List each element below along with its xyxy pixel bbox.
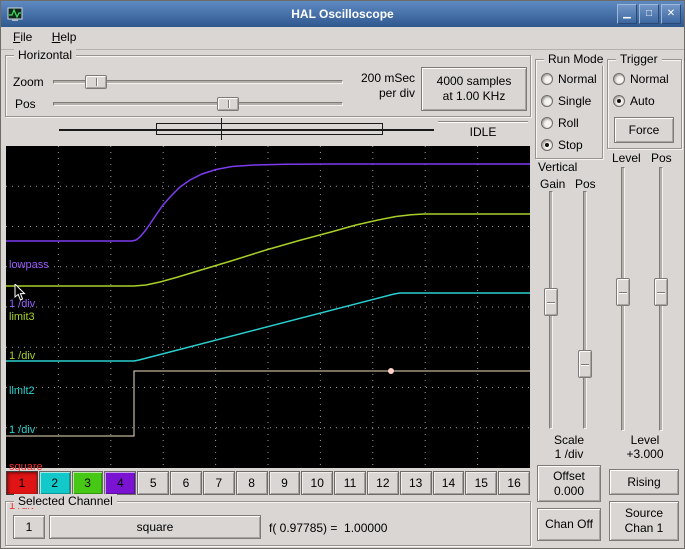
horizontal-pos-label: Pos bbox=[15, 97, 36, 111]
vertical-pos-slider[interactable] bbox=[577, 191, 593, 429]
trigger-edge-button[interactable]: Rising bbox=[609, 469, 679, 495]
channel-button-8[interactable]: 8 bbox=[235, 471, 268, 495]
radio-icon bbox=[541, 73, 553, 85]
menubar: File Help bbox=[1, 27, 684, 50]
runmode-radio-roll[interactable]: Roll bbox=[541, 115, 579, 131]
channel-button-1[interactable]: 1 bbox=[6, 471, 38, 495]
channel-button-6[interactable]: 6 bbox=[170, 471, 202, 495]
channel-button-2[interactable]: 2 bbox=[38, 471, 71, 495]
channel-button-9[interactable]: 9 bbox=[268, 471, 301, 495]
time-scale-unit: per div bbox=[378, 86, 415, 100]
horizontal-legend: Horizontal bbox=[14, 48, 77, 62]
selected-channel-legend: Selected Channel bbox=[14, 494, 117, 508]
slider-handle[interactable] bbox=[217, 97, 239, 111]
vertical-pos-label: Pos bbox=[575, 177, 596, 191]
channel-button-11[interactable]: 11 bbox=[334, 471, 366, 495]
trigger-pos-label: Pos bbox=[651, 151, 672, 165]
chan-off-button[interactable]: Chan Off bbox=[537, 508, 601, 541]
channel-button-15[interactable]: 15 bbox=[465, 471, 498, 495]
zoom-label: Zoom bbox=[13, 75, 44, 89]
runmode-radio-stop[interactable]: Stop bbox=[541, 137, 583, 153]
hal-oscilloscope-window: HAL Oscilloscope ▁ □ ✕ File Help Horizon… bbox=[0, 0, 685, 549]
trigger-legend: Trigger bbox=[616, 52, 662, 66]
titlebar[interactable]: HAL Oscilloscope ▁ □ ✕ bbox=[1, 1, 684, 27]
radio-icon bbox=[541, 139, 553, 151]
channel-button-5[interactable]: 5 bbox=[137, 471, 170, 495]
close-button[interactable]: ✕ bbox=[661, 4, 681, 24]
trigger-level-caption: Level bbox=[630, 433, 660, 447]
record-window-box bbox=[156, 123, 383, 135]
scale-value: 1 /div bbox=[554, 447, 584, 461]
trace-lowpass bbox=[6, 163, 530, 242]
scope-grid bbox=[6, 146, 530, 468]
slider-handle[interactable] bbox=[654, 278, 668, 306]
samples-rate-button[interactable]: 4000 samples at 1.00 KHz bbox=[421, 67, 527, 111]
channel-button-13[interactable]: 13 bbox=[399, 471, 432, 495]
channel-button-12[interactable]: 12 bbox=[366, 471, 399, 495]
trigger-level-slider[interactable] bbox=[615, 167, 631, 431]
slider-trough bbox=[53, 102, 343, 106]
vertical-gain-slider[interactable] bbox=[543, 191, 559, 429]
horizontal-pos-slider[interactable] bbox=[53, 96, 343, 112]
window-title: HAL Oscilloscope bbox=[291, 7, 394, 21]
channel-button-14[interactable]: 14 bbox=[432, 471, 465, 495]
scope-canvas bbox=[6, 146, 530, 468]
slider-handle[interactable] bbox=[616, 278, 630, 306]
trigger-marker-dot bbox=[388, 368, 394, 374]
trigger-radio-auto[interactable]: Auto bbox=[613, 93, 655, 109]
scope-traces bbox=[6, 163, 530, 437]
vertical-title: Vertical bbox=[538, 160, 578, 174]
scale-caption: Scale bbox=[553, 433, 585, 447]
time-scale-value: 200 mSec bbox=[360, 71, 415, 85]
selected-channel-number-button[interactable]: 1 bbox=[13, 515, 45, 539]
slider-trough bbox=[583, 191, 587, 429]
acquisition-status: IDLE bbox=[438, 121, 528, 141]
scope-display[interactable]: lowpass 1 /div limit3 1 /div limit2 1 /d… bbox=[6, 146, 530, 512]
radio-icon bbox=[613, 73, 625, 85]
force-button[interactable]: Force bbox=[614, 117, 674, 143]
runmode-radio-normal[interactable]: Normal bbox=[541, 71, 597, 87]
channel-button-row: 1 2 3 4 5 6 7 8 9 10 11 12 13 14 15 16 bbox=[6, 471, 530, 495]
channel-value-readout: f( 0.97785) = 1.00000 bbox=[269, 521, 388, 535]
channel-button-16[interactable]: 16 bbox=[498, 471, 530, 495]
record-trigger-tick bbox=[221, 118, 222, 140]
maximize-button[interactable]: □ bbox=[639, 4, 659, 24]
minimize-button[interactable]: ▁ bbox=[617, 4, 637, 24]
trigger-level-value: +3.000 bbox=[626, 447, 664, 461]
channel-button-3[interactable]: 3 bbox=[71, 471, 104, 495]
radio-icon bbox=[541, 117, 553, 129]
radio-icon bbox=[613, 95, 625, 107]
channel-button-4[interactable]: 4 bbox=[104, 471, 137, 495]
trigger-level-label: Level bbox=[612, 151, 641, 165]
gain-label: Gain bbox=[540, 177, 566, 191]
offset-button[interactable]: Offset 0.000 bbox=[537, 465, 601, 502]
trigger-pos-slider[interactable] bbox=[653, 167, 669, 431]
channel-button-7[interactable]: 7 bbox=[202, 471, 235, 495]
channel-button-10[interactable]: 10 bbox=[301, 471, 334, 495]
run-mode-legend: Run Mode bbox=[544, 52, 608, 66]
slider-handle[interactable] bbox=[578, 350, 592, 378]
menu-help[interactable]: Help bbox=[44, 27, 85, 47]
selected-channel-name-button[interactable]: square bbox=[49, 515, 261, 539]
slider-handle[interactable] bbox=[85, 75, 107, 89]
menu-file[interactable]: File bbox=[5, 27, 40, 47]
trigger-radio-normal[interactable]: Normal bbox=[613, 71, 669, 87]
window-controls: ▁ □ ✕ bbox=[617, 4, 681, 24]
slider-handle[interactable] bbox=[544, 288, 558, 316]
radio-icon bbox=[541, 95, 553, 107]
trigger-source-button[interactable]: Source Chan 1 bbox=[609, 501, 679, 541]
horizontal-zoom-slider[interactable] bbox=[53, 74, 343, 90]
runmode-radio-single[interactable]: Single bbox=[541, 93, 591, 109]
